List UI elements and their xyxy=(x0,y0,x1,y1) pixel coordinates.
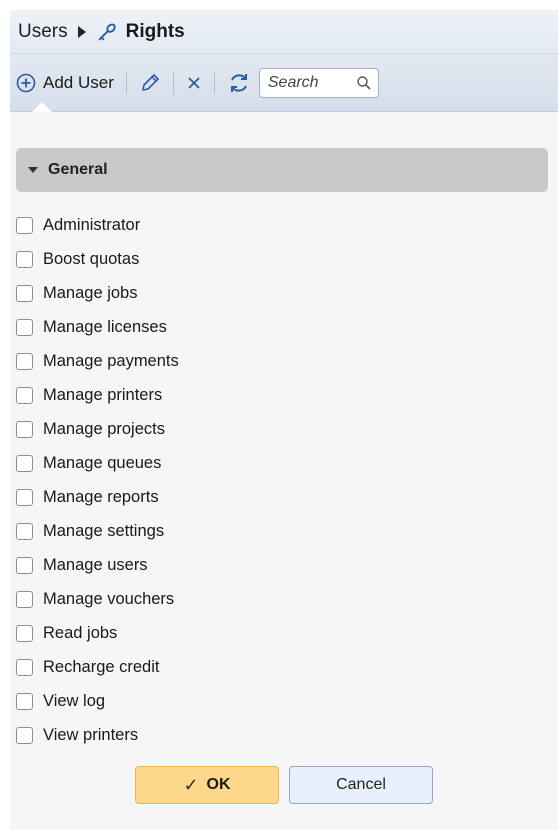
list-item[interactable]: Manage users xyxy=(16,548,179,582)
checkbox[interactable] xyxy=(16,386,33,404)
list-item[interactable]: Manage jobs xyxy=(16,276,179,310)
right-label: Manage reports xyxy=(43,487,159,506)
toolbar-divider xyxy=(172,71,174,94)
toolbar-pointer xyxy=(32,102,52,112)
list-item[interactable]: Recharge credit xyxy=(16,650,179,684)
right-label: View log xyxy=(43,691,106,710)
breadcrumb: Users Rights xyxy=(10,10,558,54)
rights-list: Administrator Boost quotas Manage jobs M… xyxy=(16,208,179,752)
refresh-button[interactable] xyxy=(227,71,251,95)
page-title: Rights xyxy=(125,20,185,42)
checkbox[interactable] xyxy=(16,284,33,302)
add-user-button[interactable]: Add User xyxy=(16,73,114,93)
close-icon xyxy=(188,76,200,89)
list-item[interactable]: Manage settings xyxy=(16,514,179,548)
toolbar: Add User xyxy=(10,54,558,112)
toolbar-divider xyxy=(213,71,215,94)
list-item[interactable]: Read jobs xyxy=(16,616,179,650)
checkbox[interactable] xyxy=(16,556,33,574)
add-user-label: Add User xyxy=(43,72,114,92)
cancel-button[interactable]: Cancel xyxy=(289,766,433,804)
list-item[interactable]: Manage vouchers xyxy=(16,582,179,616)
pencil-icon xyxy=(142,73,159,91)
list-item[interactable]: Boost quotas xyxy=(16,242,179,276)
breadcrumb-arrow-icon xyxy=(77,25,86,38)
checkbox[interactable] xyxy=(16,692,33,710)
list-item[interactable]: Administrator xyxy=(16,208,179,242)
right-label: Manage licenses xyxy=(43,317,167,336)
search-icon[interactable] xyxy=(356,75,372,91)
right-label: Manage users xyxy=(43,555,148,574)
right-label: Manage queues xyxy=(43,453,162,472)
refresh-icon xyxy=(230,73,247,92)
right-label: Administrator xyxy=(43,215,141,234)
search-box xyxy=(258,67,379,98)
right-label: Manage payments xyxy=(43,351,179,370)
list-item[interactable]: Manage licenses xyxy=(16,310,179,344)
right-label: Read jobs xyxy=(43,623,118,642)
checkbox[interactable] xyxy=(16,658,33,676)
checkbox[interactable] xyxy=(16,250,33,268)
key-icon xyxy=(98,23,116,40)
list-item[interactable]: Manage payments xyxy=(16,344,179,378)
ok-label: OK xyxy=(206,776,231,793)
checkbox[interactable] xyxy=(16,420,33,438)
list-item[interactable]: View printers xyxy=(16,718,179,752)
rights-dialog: General Administrator Boost quotas Manag… xyxy=(10,112,558,830)
ok-button[interactable]: ✓ OK xyxy=(135,766,279,804)
group-title: General xyxy=(48,161,108,178)
checkbox[interactable] xyxy=(16,352,33,370)
checkbox[interactable] xyxy=(16,726,33,744)
dialog-buttons: ✓ OK Cancel xyxy=(10,766,558,804)
rights-panel: Users Rights Add User Search General Adm… xyxy=(10,10,558,830)
right-label: Manage projects xyxy=(43,419,165,438)
checkbox[interactable] xyxy=(16,454,33,472)
check-icon: ✓ xyxy=(183,774,199,795)
right-label: Manage vouchers xyxy=(43,589,175,608)
list-item[interactable]: View log xyxy=(16,684,179,718)
checkbox[interactable] xyxy=(16,522,33,540)
cancel-label: Cancel xyxy=(336,776,386,793)
checkbox[interactable] xyxy=(16,318,33,336)
list-item[interactable]: Manage projects xyxy=(16,412,179,446)
checkbox[interactable] xyxy=(16,590,33,608)
checkbox[interactable] xyxy=(16,488,33,506)
search-input[interactable] xyxy=(265,72,350,93)
toolbar-divider xyxy=(125,71,127,94)
list-item[interactable]: Manage printers xyxy=(16,378,179,412)
right-label: Manage settings xyxy=(43,521,165,540)
right-label: View printers xyxy=(43,725,139,744)
plus-circle-icon xyxy=(16,73,36,92)
edit-button[interactable] xyxy=(139,72,161,94)
list-item[interactable]: Manage queues xyxy=(16,446,179,480)
list-item[interactable]: Manage reports xyxy=(16,480,179,514)
delete-button[interactable] xyxy=(186,75,202,91)
group-header-general[interactable]: General xyxy=(16,148,548,192)
checkbox[interactable] xyxy=(16,624,33,642)
right-label: Recharge credit xyxy=(43,657,160,676)
breadcrumb-users[interactable]: Users xyxy=(18,21,68,43)
right-label: Manage printers xyxy=(43,385,163,404)
right-label: Manage jobs xyxy=(43,283,138,302)
right-label: Boost quotas xyxy=(43,249,140,268)
checkbox[interactable] xyxy=(16,216,33,234)
caret-down-icon xyxy=(28,167,38,173)
